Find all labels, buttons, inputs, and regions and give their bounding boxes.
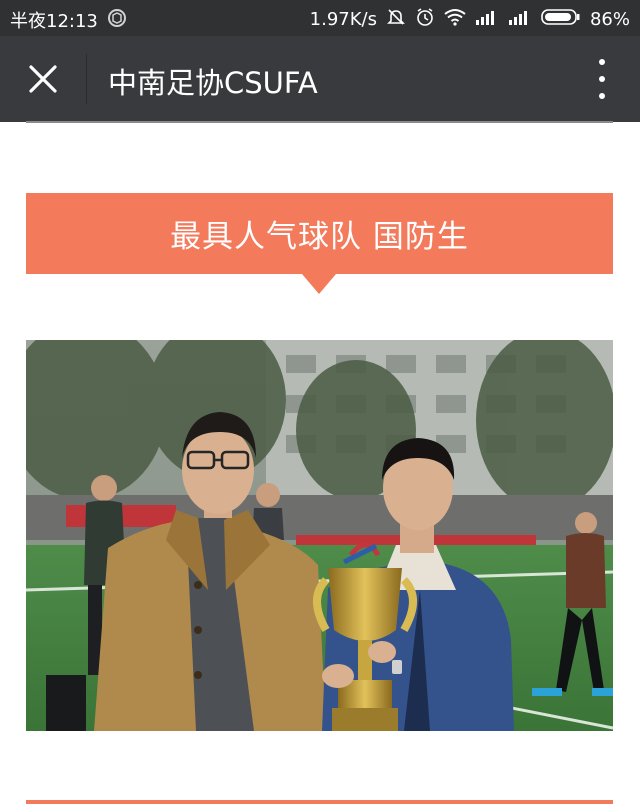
status-time: 半夜12:13 <box>10 11 98 32</box>
signal-icon-2 <box>508 9 532 30</box>
more-menu-button[interactable] <box>592 59 612 99</box>
close-icon <box>29 65 57 93</box>
more-dot-icon <box>599 93 605 99</box>
team-photo[interactable] <box>26 340 613 731</box>
status-right: 1.97K/s 86% <box>301 7 630 32</box>
bottom-divider <box>26 800 613 804</box>
battery-level: 86% <box>589 9 630 30</box>
top-divider <box>26 121 613 123</box>
mute-icon <box>386 7 406 32</box>
banner-title: 最具人气球队 国防生 <box>170 219 469 255</box>
status-bar: 半夜12:13 1.97K/s 86% <box>0 0 640 36</box>
close-button[interactable] <box>22 58 64 100</box>
signal-icon <box>475 9 499 30</box>
net-speed: 1.97K/s <box>309 9 377 30</box>
more-dot-icon <box>599 76 605 82</box>
page-title: 中南足协CSUFA <box>108 66 318 100</box>
wifi-icon <box>444 8 466 31</box>
more-dot-icon <box>599 59 605 65</box>
nav-bar: 中南足协CSUFA <box>0 36 640 122</box>
battery-icon <box>541 8 581 31</box>
section-banner: 最具人气球队 国防生 <box>26 193 613 274</box>
status-left: 半夜12:13 <box>10 7 136 33</box>
nav-divider <box>86 54 87 104</box>
alarm-icon <box>415 7 435 32</box>
notification-icon <box>107 8 127 33</box>
banner-pointer <box>302 274 336 294</box>
